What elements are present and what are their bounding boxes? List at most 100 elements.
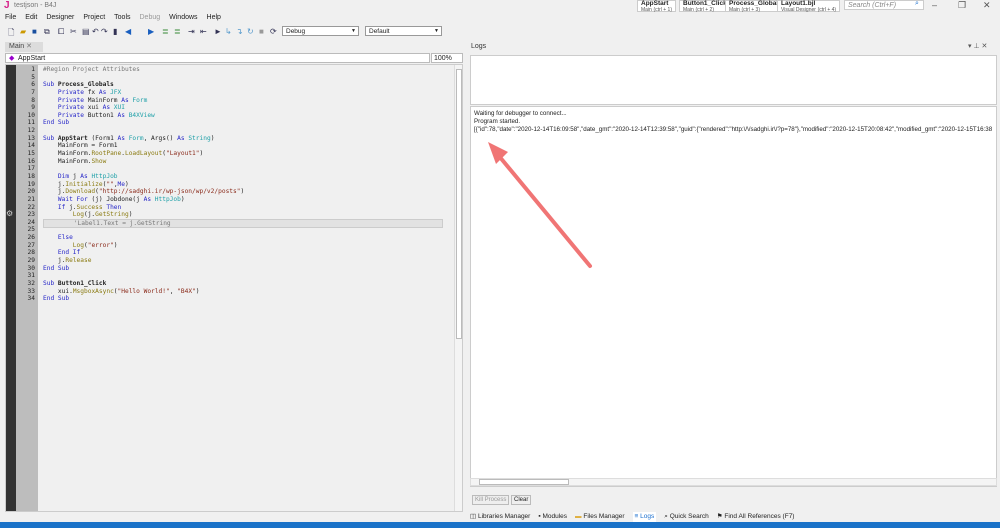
line-number: 17 (27, 165, 35, 173)
search-input[interactable]: Search (Ctrl+F) (844, 0, 924, 10)
tab-quick-search[interactable]: ⌕ Quick Search (664, 512, 708, 522)
code-token: Button1_Click (57, 279, 107, 287)
code-line[interactable]: 30 End Sub (6, 265, 446, 273)
code-token: "Hello World!" (117, 287, 170, 295)
quick-tab-appstart[interactable]: AppStart Main (ctrl + 1) (637, 0, 676, 13)
menu-project[interactable]: Project (83, 14, 105, 24)
build-config-select[interactable]: Debug ▼ (282, 26, 359, 36)
code-text: MainForm.RootPane.LoadLayout("Layout1") (43, 150, 203, 158)
code-line[interactable]: 26 Else (6, 234, 446, 242)
step-in-icon[interactable]: ↳ (225, 27, 232, 36)
code-token: HttpJob (154, 195, 181, 203)
code-line[interactable]: 28 End If (6, 249, 446, 257)
code-line[interactable]: 31 (6, 272, 446, 280)
tab-main[interactable]: Main ✕ (5, 42, 43, 52)
save-icon[interactable]: ■ (32, 27, 37, 36)
code-line[interactable]: 8 Private MainForm As Form (6, 97, 446, 105)
menu-windows[interactable]: Windows (169, 14, 197, 24)
new-icon[interactable]: 🗋 (8, 27, 14, 41)
code-token: End Sub (43, 119, 70, 127)
tab-libraries-manager[interactable]: ◫ Libraries Manager (470, 512, 530, 522)
code-line[interactable]: 15 MainForm.RootPane.LoadLayout("Layout1… (6, 150, 446, 158)
code-line[interactable]: 5 (6, 74, 446, 82)
menu-tools[interactable]: Tools (114, 14, 130, 24)
outdent-icon[interactable]: ⇤ (200, 27, 207, 36)
code-line[interactable]: 32 Sub Button1_Click (6, 280, 446, 288)
quick-tab-layout1[interactable]: Layout1.bjl Visual Designer (ctrl + 4) (777, 0, 841, 13)
redo-icon[interactable]: ↷ (101, 27, 108, 36)
code-line[interactable]: 23 Log(j.GetString) (6, 211, 446, 219)
code-line[interactable]: 11 End Sub (6, 119, 446, 127)
code-line[interactable]: 6 Sub Process_Globals (6, 81, 446, 89)
code-line[interactable]: 17 (6, 165, 446, 173)
forward-icon[interactable]: ▶ (148, 27, 154, 36)
kill-process-button[interactable]: Kill Process (472, 495, 510, 505)
restart-icon[interactable]: ⟳ (270, 27, 277, 36)
line-number: 19 (27, 180, 35, 188)
code-line[interactable]: 18 Dim j As HttpJob (6, 173, 446, 181)
code-editor[interactable]: ⚙ 1 #Region Project Attributes 5 6 Sub Proce… (5, 64, 463, 512)
code-line[interactable]: 13 Sub AppStart (Form1 As Form, Args() As… (6, 135, 446, 143)
code-lines[interactable]: 1 #Region Project Attributes 5 6 Sub Process… (6, 66, 446, 303)
tab-files-manager[interactable]: ▬ Files Manager (575, 512, 625, 522)
code-line[interactable]: 25 (6, 226, 446, 234)
code-line[interactable]: 1 #Region Project Attributes (6, 66, 446, 74)
restore-icon[interactable]: ❐ (958, 0, 966, 11)
code-line[interactable]: 9 Private xui As XUI (6, 104, 446, 112)
run-icon[interactable]: ► (214, 27, 222, 36)
close-tab-icon[interactable]: ✕ (26, 43, 32, 50)
stop-icon[interactable]: ■ (259, 27, 264, 36)
minimize-icon[interactable]: – (932, 0, 937, 10)
code-line[interactable]: 14 MainForm = Form1 (6, 142, 446, 150)
uncomment-icon[interactable]: ≣ (174, 27, 181, 36)
menu-designer[interactable]: Designer (46, 14, 74, 24)
code-token: Wait For (43, 195, 92, 203)
sub-selector[interactable]: ◆ AppStart (5, 53, 430, 63)
code-line[interactable]: 7 Private fx As JFX (6, 89, 446, 97)
open-icon[interactable]: ▰ (20, 27, 26, 36)
layout-config-select[interactable]: Default ▼ (365, 26, 442, 36)
code-line[interactable]: 20 j.Download("http://sadghi.ir/wp-json/… (6, 188, 446, 196)
code-line[interactable]: 29 j.Release (6, 257, 446, 265)
horizontal-scrollbar[interactable] (470, 478, 997, 486)
code-line[interactable]: 21 Wait For (j) Jobdone(j As HttpJob) (6, 196, 446, 204)
code-line[interactable]: 22 If j.Success Then (6, 204, 446, 212)
vertical-scrollbar[interactable] (454, 65, 462, 511)
quick-tab-button1-click[interactable]: Button1_Click Main (ctrl + 2) (679, 0, 731, 13)
code-line[interactable]: 12 (6, 127, 446, 135)
code-line[interactable]: 24 'Label1.Text = j.GetString (6, 218, 446, 229)
step-out-icon[interactable]: ↻ (247, 27, 254, 36)
clear-button[interactable]: Clear (511, 495, 532, 505)
menu-debug[interactable]: Debug (140, 14, 161, 24)
scrollbar-thumb[interactable] (479, 479, 569, 485)
line-number: 11 (27, 119, 35, 127)
paste-icon[interactable]: ▤ (82, 27, 90, 36)
code-token: Download (65, 188, 96, 196)
back-icon[interactable]: ◀ (125, 27, 131, 36)
save-all-icon[interactable]: ⧉ (44, 27, 50, 37)
code-line[interactable]: 16 MainForm.Show (6, 158, 446, 166)
menu-edit[interactable]: Edit (25, 14, 37, 24)
menu-file[interactable]: File (5, 14, 16, 24)
code-line[interactable]: 10 Private Button1 As B4XView (6, 112, 446, 120)
tab-find-all-references[interactable]: ⚑ Find All References (F7) (717, 512, 795, 522)
indent-icon[interactable]: ⇥ (188, 27, 195, 36)
code-line[interactable]: 33 xui.MsgboxAsync("Hello World!", "B4X"… (6, 288, 446, 296)
bookmark-icon[interactable]: ▮ (113, 27, 117, 36)
undo-icon[interactable]: ↶ (92, 27, 99, 36)
cut-icon[interactable]: ✂ (70, 27, 77, 36)
copy-icon[interactable]: ⧠ (58, 27, 64, 37)
comment-icon[interactable]: ≣ (162, 27, 169, 36)
step-over-icon[interactable]: ↴ (236, 27, 243, 36)
menu-help[interactable]: Help (207, 14, 221, 24)
line-number: 24 (27, 218, 35, 226)
code-line[interactable]: 19 j.Initialize("",Me) (6, 181, 446, 189)
tab-logs[interactable]: ≡ Logs (632, 512, 657, 522)
close-icon[interactable]: ✕ (983, 0, 991, 11)
zoom-select[interactable]: 100% (431, 53, 463, 63)
scrollbar-thumb[interactable] (456, 69, 462, 339)
code-line[interactable]: 34 End Sub (6, 295, 446, 303)
tab-modules[interactable]: ▪ Modules (538, 512, 567, 522)
code-line[interactable]: 27 Log("error") (6, 242, 446, 250)
search-icon[interactable]: ⌕ (915, 0, 919, 8)
